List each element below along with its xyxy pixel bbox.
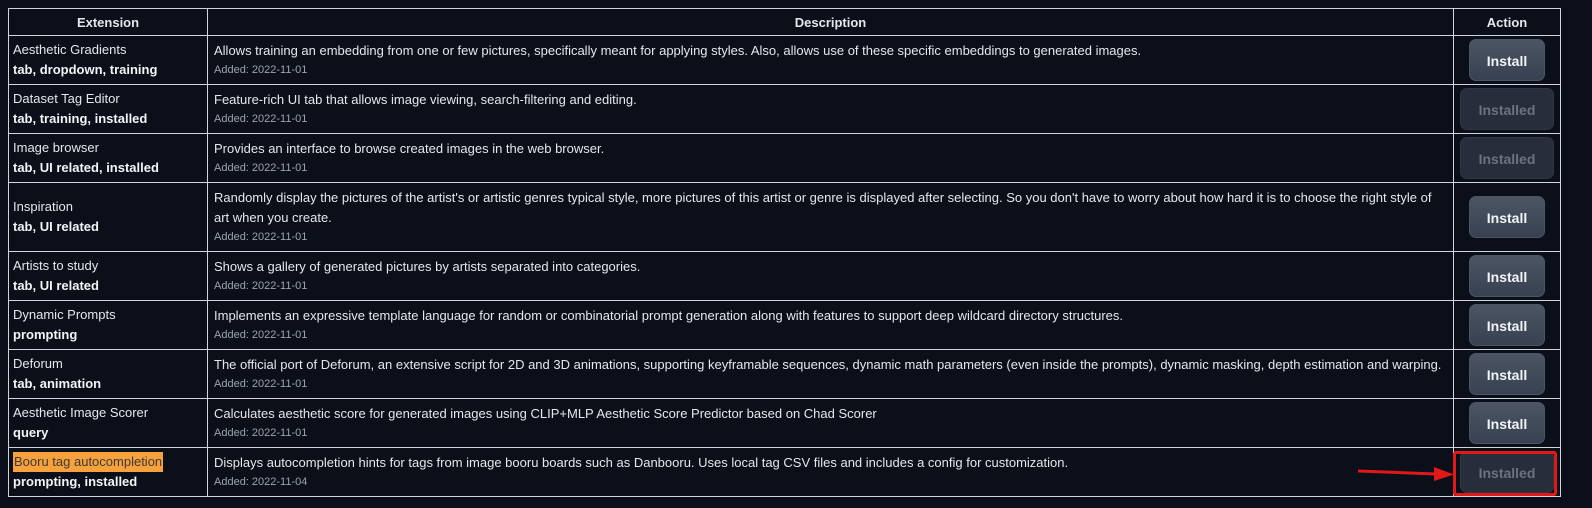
extension-cell: Booru tag autocompletion prompting, inst… [8,447,208,497]
table-header-row: Extension Description Action [8,8,1561,36]
description-cell: Implements an expressive template langua… [207,300,1454,350]
table-row: Dynamic Prompts prompting Implements an … [8,300,1561,350]
added-date: Added: 2022-11-01 [214,113,308,125]
extension-tags: tab, UI related [13,219,99,234]
table-row: Image browser tab, UI related, installed… [8,133,1561,183]
header-extension: Extension [8,8,208,36]
added-date: Added: 2022-11-01 [214,378,308,390]
extension-cell: Artists to study tab, UI related [8,251,208,301]
install-button[interactable]: Install [1469,402,1545,444]
annotation-arrow-icon [1357,467,1454,481]
table-row: Aesthetic Image Scorer query Calculates … [8,398,1561,448]
action-cell: Installed [1453,133,1561,183]
install-button[interactable]: Install [1469,255,1545,297]
description-cell: Randomly display the pictures of the art… [207,182,1454,252]
installed-button: Installed [1460,137,1554,179]
action-cell: Installed [1453,84,1561,134]
extension-name: Artists to study [13,258,99,273]
extension-name: Deforum [13,356,63,371]
extension-tags: tab, dropdown, training [13,62,158,77]
install-button[interactable]: Install [1469,353,1545,395]
description-cell: Feature-rich UI tab that allows image vi… [207,84,1454,134]
added-date: Added: 2022-11-01 [214,329,308,341]
description-text: Implements an expressive template langua… [214,308,1124,323]
extension-name: Aesthetic Gradients [13,42,127,57]
action-cell: Install [1453,35,1561,85]
install-button[interactable]: Install [1469,304,1545,346]
action-cell: Install [1453,251,1561,301]
install-button[interactable]: Install [1469,196,1545,238]
extensions-table: Extension Description Action Aesthetic G… [8,8,1561,497]
extension-name: Dataset Tag Editor [13,91,120,106]
action-cell: Install [1453,349,1561,399]
annotation-highlight-box [1453,451,1557,496]
extension-tags: prompting [13,327,78,342]
description-text: The official port of Deforum, an extensi… [214,357,1442,372]
extension-cell: Aesthetic Gradients tab, dropdown, train… [8,35,208,85]
table-row: Dataset Tag Editor tab, training, instal… [8,84,1561,134]
added-date: Added: 2022-11-01 [214,427,308,439]
extension-cell: Dataset Tag Editor tab, training, instal… [8,84,208,134]
action-cell: Install [1453,300,1561,350]
extension-name: Image browser [13,140,99,155]
description-text: Randomly display the pictures of the art… [214,190,1432,225]
installed-button: Installed [1460,88,1554,130]
extension-name: Aesthetic Image Scorer [13,405,149,420]
header-action: Action [1453,8,1561,36]
action-cell: Install [1453,182,1561,252]
extension-cell: Image browser tab, UI related, installed [8,133,208,183]
added-date: Added: 2022-11-01 [214,162,308,174]
added-date: Added: 2022-11-01 [214,64,308,76]
description-cell: Allows training an embedding from one or… [207,35,1454,85]
added-date: Added: 2022-11-04 [214,476,308,488]
extension-tags: prompting, installed [13,474,138,489]
extension-tags: query [13,425,49,440]
extension-name: Booru tag autocompletion [13,452,164,472]
description-text: Displays autocompletion hints for tags f… [214,455,1069,470]
extension-tags: tab, training, installed [13,111,148,126]
extension-tags: tab, UI related, installed [13,160,159,175]
extension-name: Dynamic Prompts [13,307,116,322]
table-row: Deforum tab, animation The official port… [8,349,1561,399]
extension-tags: tab, animation [13,376,102,391]
extension-cell: Deforum tab, animation [8,349,208,399]
description-cell: Calculates aesthetic score for generated… [207,398,1454,448]
description-text: Feature-rich UI tab that allows image vi… [214,92,637,107]
header-description: Description [207,8,1454,36]
added-date: Added: 2022-11-01 [214,231,308,243]
action-cell: Install [1453,398,1561,448]
install-button[interactable]: Install [1469,39,1545,81]
description-cell: Shows a gallery of generated pictures by… [207,251,1454,301]
description-cell: Displays autocompletion hints for tags f… [207,447,1454,497]
extension-cell: Inspiration tab, UI related [8,182,208,252]
extension-name: Inspiration [13,199,73,214]
description-text: Shows a gallery of generated pictures by… [214,259,641,274]
description-cell: The official port of Deforum, an extensi… [207,349,1454,399]
extension-cell: Dynamic Prompts prompting [8,300,208,350]
table-row: Booru tag autocompletion prompting, inst… [8,447,1561,497]
table-row: Inspiration tab, UI related Randomly dis… [8,182,1561,252]
description-text: Provides an interface to browse created … [214,141,605,156]
added-date: Added: 2022-11-01 [214,280,308,292]
table-row: Artists to study tab, UI related Shows a… [8,251,1561,301]
description-text: Calculates aesthetic score for generated… [214,406,877,421]
description-cell: Provides an interface to browse created … [207,133,1454,183]
extension-tags: tab, UI related [13,278,99,293]
table-row: Aesthetic Gradients tab, dropdown, train… [8,35,1561,85]
description-text: Allows training an embedding from one or… [214,43,1142,58]
extension-cell: Aesthetic Image Scorer query [8,398,208,448]
